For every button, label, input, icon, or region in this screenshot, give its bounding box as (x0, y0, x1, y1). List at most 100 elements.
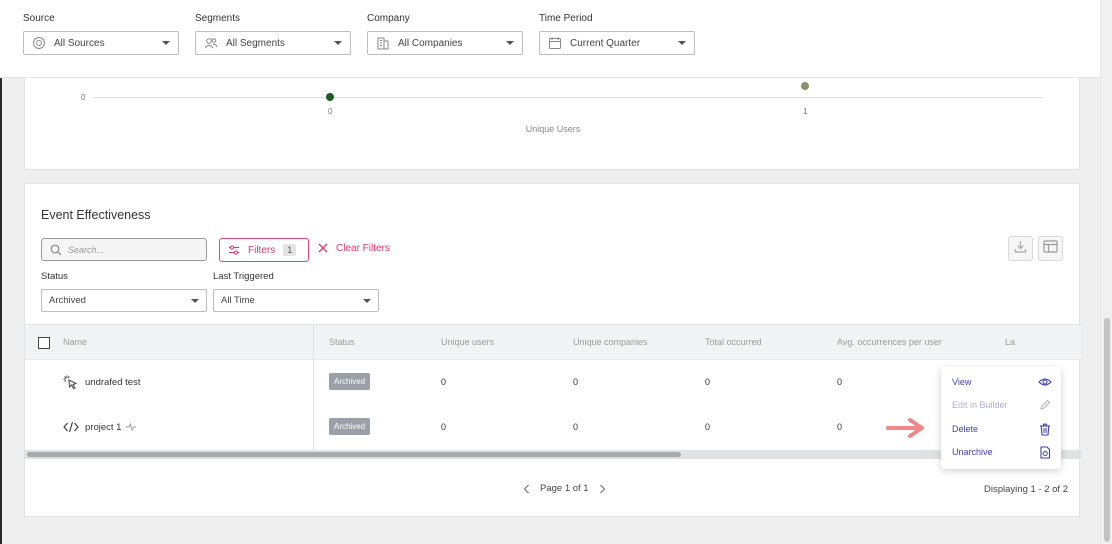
cell-avg-per-user: 0 (837, 377, 843, 387)
pulse-icon (126, 423, 137, 431)
chart-x-tick: 0 (328, 107, 333, 116)
click-event-icon (63, 375, 79, 389)
cell-unique-companies: 0 (573, 422, 579, 432)
search-placeholder: Search... (68, 244, 105, 255)
row-actions-menu: View Edit in Builder Delete Unarchive (941, 367, 1061, 469)
status-filter-label: Status (41, 271, 68, 282)
cell-total-occurred: 0 (705, 422, 711, 432)
column-header-last-triggered[interactable]: La (1005, 337, 1015, 347)
source-filter: Source All Sources (23, 13, 179, 55)
column-header-unique-users[interactable]: Unique users (441, 337, 494, 347)
menu-item-edit-in-builder[interactable]: Edit in Builder (952, 396, 1052, 414)
row-name-cell[interactable]: project 1 (63, 420, 137, 434)
chevron-down-icon (162, 41, 170, 45)
menu-item-label: Edit in Builder (952, 400, 1008, 410)
status-filter-select[interactable]: Archived (41, 289, 207, 312)
select-all-checkbox[interactable] (38, 337, 50, 349)
menu-item-label: View (952, 377, 972, 387)
filters-count-badge: 1 (283, 244, 297, 256)
chevron-down-icon (191, 298, 199, 303)
search-icon (50, 244, 62, 256)
menu-item-label: Unarchive (952, 447, 993, 457)
menu-item-view[interactable]: View (952, 373, 1052, 391)
segments-value: All Segments (226, 37, 285, 49)
cell-unique-users: 0 (441, 422, 447, 432)
arrow-annotation-icon (886, 418, 924, 438)
card-title: Event Effectiveness (41, 208, 151, 222)
segments-filter: Segments All Segments (195, 13, 351, 55)
source-icon (32, 36, 46, 50)
users-icon (204, 36, 218, 50)
table-layout-icon (1043, 239, 1058, 258)
chevron-down-icon (363, 298, 371, 303)
last-triggered-select[interactable]: All Time (213, 289, 379, 312)
company-value: All Companies (398, 37, 463, 49)
last-triggered-label: Last Triggered (213, 271, 274, 282)
company-select[interactable]: All Companies (367, 31, 523, 55)
segments-label: Segments (195, 13, 241, 24)
status-badge: Archived (329, 373, 371, 390)
close-icon (317, 242, 329, 254)
download-icon (1014, 240, 1027, 258)
horizontal-scroll-thumb[interactable] (27, 452, 681, 457)
cell-avg-per-user: 0 (837, 422, 843, 432)
time-period-select[interactable]: Current Quarter (539, 31, 695, 55)
source-select[interactable]: All Sources (23, 31, 179, 55)
vertical-scroll-thumb[interactable] (1104, 318, 1110, 542)
menu-item-unarchive[interactable]: Unarchive (952, 443, 1052, 461)
eye-icon (1038, 375, 1052, 389)
column-header-total-occurred[interactable]: Total occurred (705, 337, 762, 347)
menu-item-delete[interactable]: Delete (952, 420, 1052, 438)
building-icon (376, 36, 390, 50)
horizontal-scrollbar[interactable] (25, 450, 1081, 459)
segments-select[interactable]: All Segments (195, 31, 351, 55)
cell-total-occurred: 0 (705, 377, 711, 387)
page-indicator: Page 1 of 1 (540, 483, 589, 494)
time-period-filter: Time Period Current Quarter (539, 13, 695, 55)
event-effectiveness-card: Event Effectiveness Search... Filters 1 … (24, 183, 1081, 517)
chevron-down-icon (506, 41, 514, 45)
unarchive-icon (1038, 445, 1052, 459)
clear-filters-label: Clear Filters (336, 242, 390, 254)
company-label: Company (367, 13, 410, 24)
chart-point (326, 93, 334, 101)
table-header: Name Status Unique users Unique companie… (25, 324, 1081, 360)
vertical-scrollbar[interactable] (1100, 0, 1112, 544)
window-edge (0, 0, 2, 544)
status-filter-value: Archived (49, 295, 86, 306)
column-header-status[interactable]: Status (329, 337, 355, 347)
column-header-name[interactable]: Name (63, 337, 87, 347)
displaying-count: Displaying 1 - 2 of 2 (984, 484, 1068, 495)
table-row[interactable]: undrafed test Archived 0 0 0 0 (25, 360, 1081, 405)
search-input[interactable]: Search... (41, 238, 207, 261)
chart-x-axis-label: Unique Users (525, 124, 581, 134)
time-period-label: Time Period (539, 13, 593, 24)
download-button[interactable] (1008, 236, 1033, 261)
last-triggered-value: All Time (221, 295, 255, 306)
filters-label: Filters (248, 244, 276, 256)
time-period-value: Current Quarter (570, 37, 641, 49)
pencil-icon (1038, 398, 1052, 412)
status-badge: Archived (329, 418, 371, 435)
menu-item-label: Delete (952, 424, 979, 434)
chart-y-tick: 0 (81, 93, 86, 102)
sliders-icon (228, 244, 240, 256)
column-header-unique-companies[interactable]: Unique companies (573, 337, 648, 347)
cell-unique-users: 0 (441, 377, 447, 387)
source-value: All Sources (54, 37, 105, 49)
clear-filters-button[interactable]: Clear Filters (317, 242, 390, 254)
company-filter: Company All Companies (367, 13, 523, 55)
filters-button[interactable]: Filters 1 (219, 238, 309, 262)
calendar-icon (548, 36, 562, 50)
chevron-down-icon (678, 41, 686, 45)
chevron-right-icon[interactable] (599, 484, 606, 494)
chart-point (801, 82, 809, 90)
chevron-left-icon[interactable] (523, 484, 530, 494)
cell-unique-companies: 0 (573, 377, 579, 387)
trash-icon (1038, 422, 1052, 436)
column-header-avg-occurrences[interactable]: Avg. occurrences per user (837, 337, 942, 347)
unique-users-chart-card: 0 0 1 Unique Users (24, 78, 1080, 170)
columns-button[interactable] (1038, 236, 1063, 261)
row-name: undrafed test (85, 376, 141, 388)
row-name-cell[interactable]: undrafed test (63, 375, 140, 389)
